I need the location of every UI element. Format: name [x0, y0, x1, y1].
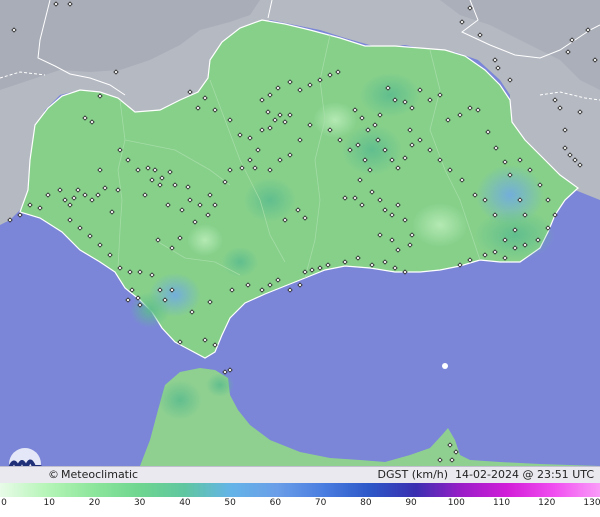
brand-label: © Meteoclimatic [48, 467, 138, 483]
scale-tick-label: 30 [133, 498, 146, 508]
scale-tick-label: 50 [224, 498, 236, 508]
scale-tick-label: 120 [538, 498, 556, 508]
scale-tick-label: 40 [179, 498, 191, 508]
gust-zone [360, 73, 420, 117]
brand-name: Meteoclimatic [61, 468, 139, 481]
scale-tick-label: 70 [314, 498, 327, 508]
time-label: 23:51 [536, 468, 569, 481]
color-scale-bar [0, 483, 600, 497]
gibraltar-marker [442, 363, 448, 369]
map-caption-bar: © Meteoclimatic DGST (km/h) 14-02-2024 @ … [0, 466, 600, 483]
scale-tick-label: 80 [360, 498, 372, 508]
gust-zone [222, 247, 258, 277]
timezone-label: UTC [572, 468, 594, 481]
gust-zone [475, 210, 555, 260]
gust-zone [313, 102, 357, 138]
copyright-symbol: © [48, 468, 59, 481]
scale-tick-label: 100 [447, 498, 465, 508]
scale-tick-label: 20 [88, 498, 101, 508]
scale-tick-label: 90 [405, 498, 417, 508]
weather-map-view: © Meteoclimatic DGST (km/h) 14-02-2024 @ … [0, 0, 600, 517]
scale-tick-label: 0 [1, 498, 7, 508]
variable-label: DGST [377, 468, 409, 481]
color-scale-legend: 0 10 20 30 40 50 60 70 80 90 100 110 120 130 [0, 483, 600, 517]
map-metadata: DGST (km/h) 14-02-2024 @ 23:51 UTC [377, 467, 594, 483]
scale-tick-label: 60 [269, 498, 282, 508]
unit-label: (km/h) [411, 468, 449, 481]
wind-gust-map [0, 0, 600, 466]
gust-zone [244, 178, 296, 222]
scale-tick-label: 110 [492, 498, 511, 508]
gust-zone [206, 373, 234, 397]
scale-tick-label: 10 [43, 498, 55, 508]
gust-zone [158, 380, 202, 420]
at-label: @ [522, 468, 534, 481]
gust-zone [187, 224, 223, 256]
gust-zone [412, 203, 468, 247]
scale-tick-label: 130 [583, 498, 600, 508]
date-label: 14-02-2024 [455, 468, 519, 481]
